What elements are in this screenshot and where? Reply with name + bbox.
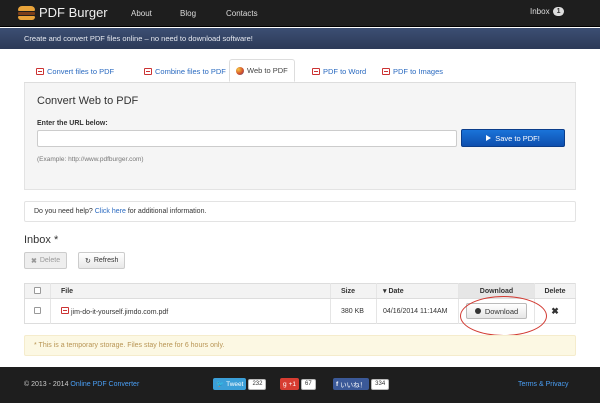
nav-blog[interactable]: Blog xyxy=(180,0,196,27)
tab-web-to-pdf[interactable]: Web to PDF xyxy=(229,59,295,82)
play-icon xyxy=(486,135,492,141)
row-checkbox[interactable] xyxy=(34,306,41,314)
help-box: Do you need help? Click here for additio… xyxy=(24,201,576,222)
refresh-button[interactable]: ↻ Refresh xyxy=(78,252,126,269)
copyright-text: © 2013 - 2014 xyxy=(24,381,69,388)
file-column-header[interactable]: File xyxy=(50,283,331,299)
save-button-label: Save to PDF! xyxy=(495,133,540,143)
help-link[interactable]: Click here xyxy=(95,208,126,215)
tab-combine-files[interactable]: Combine files to PDF xyxy=(138,61,232,82)
tab-label: PDF to Word xyxy=(323,67,367,76)
copyright: © 2013 - 2014 Online PDF Converter xyxy=(24,381,139,388)
help-text-suffix: for additional information. xyxy=(127,208,207,215)
facebook-widget[interactable]: f いいね！ 334 xyxy=(333,378,390,390)
inbox-count-badge: 1 xyxy=(552,7,565,16)
inbox-title: Inbox * xyxy=(24,234,59,246)
footer: © 2013 - 2014 Online PDF Converter 🐦 Twee… xyxy=(0,367,600,403)
size-column-header[interactable]: Size xyxy=(330,283,377,299)
logo[interactable]: PDF Burger xyxy=(18,5,108,21)
file-cell: jim-do-it-yourself.jimdo.com.pdf xyxy=(50,298,331,324)
burger-logo-icon xyxy=(18,6,35,20)
url-example: (Example: http://www.pdfburger.com) xyxy=(37,156,144,163)
facebook-like-button[interactable]: f いいね！ xyxy=(333,378,370,390)
panel-title: Convert Web to PDF xyxy=(37,95,139,107)
tagline: Create and convert PDF files online – no… xyxy=(0,28,600,49)
gplus-label: +1 xyxy=(288,380,297,388)
tab-label: Web to PDF xyxy=(247,66,288,75)
facebook-icon: f xyxy=(336,380,339,388)
tab-label: Convert files to PDF xyxy=(47,67,115,76)
pdf-icon xyxy=(382,68,390,75)
date-cell: 04/16/2014 11:14AM xyxy=(376,298,459,324)
tweet-widget[interactable]: 🐦 Tweet 232 xyxy=(213,378,267,390)
gplus-icon: g xyxy=(283,380,287,388)
file-name[interactable]: jim-do-it-yourself.jimdo.com.pdf xyxy=(71,309,168,316)
inbox-nav-link[interactable]: Inbox 1 xyxy=(530,7,565,16)
date-column-header[interactable]: ▾ Date xyxy=(376,283,459,299)
delete-button[interactable]: ✖ Delete xyxy=(24,252,68,269)
facebook-count: 334 xyxy=(371,378,390,390)
convert-panel: Convert Web to PDF Enter the URL below: … xyxy=(24,83,576,190)
globe-icon xyxy=(236,66,244,75)
pdf-icon xyxy=(61,306,69,314)
x-icon: ✖ xyxy=(31,257,37,265)
row-select-cell xyxy=(24,298,51,324)
gplus-widget[interactable]: g +1 67 xyxy=(280,378,316,390)
tab-label: PDF to Images xyxy=(393,67,444,76)
size-cell: 380 KB xyxy=(330,298,377,324)
facebook-label: いいね！ xyxy=(340,382,367,389)
refresh-button-label: Refresh xyxy=(93,257,119,264)
tool-tabs: Convert files to PDF Combine files to PD… xyxy=(24,59,576,83)
delete-button-label: Delete xyxy=(39,257,61,264)
tab-label: Combine files to PDF xyxy=(155,67,226,76)
select-all-checkbox[interactable] xyxy=(34,286,41,294)
tab-pdf-to-word[interactable]: PDF to Word xyxy=(306,61,372,82)
terms-link[interactable]: Terms & Privacy xyxy=(518,381,569,388)
gplus-count: 67 xyxy=(301,378,316,390)
pdf-icon xyxy=(36,68,44,75)
copyright-link[interactable]: Online PDF Converter xyxy=(70,381,139,388)
pdf-icon xyxy=(312,68,320,75)
storage-note: * This is a temporary storage. Files sta… xyxy=(24,335,576,356)
top-navbar: PDF Burger About Blog Contacts Inbox 1 xyxy=(0,0,600,27)
logo-text: PDF Burger xyxy=(39,5,108,20)
select-all-column xyxy=(24,283,51,299)
highlight-circle xyxy=(460,296,547,336)
save-to-pdf-button[interactable]: Save to PDF! xyxy=(461,129,565,147)
help-text: Do you need help? xyxy=(34,208,93,215)
date-header-label: Date xyxy=(388,288,404,295)
delete-column-header: Delete xyxy=(534,283,576,299)
nav-contacts[interactable]: Contacts xyxy=(226,0,258,27)
refresh-icon: ↻ xyxy=(85,257,91,265)
url-input[interactable] xyxy=(37,130,457,147)
url-label: Enter the URL below: xyxy=(37,120,108,127)
pdf-icon xyxy=(144,68,152,75)
gplus-button[interactable]: g +1 xyxy=(280,378,300,390)
inbox-nav-label: Inbox xyxy=(530,7,550,16)
tweet-button[interactable]: 🐦 Tweet xyxy=(213,378,247,390)
nav-about[interactable]: About xyxy=(131,0,152,27)
tweet-count: 232 xyxy=(248,378,267,390)
tweet-label: Tweet xyxy=(226,380,244,388)
twitter-bird-icon: 🐦 xyxy=(216,381,225,388)
tab-convert-files[interactable]: Convert files to PDF xyxy=(30,61,120,82)
tab-pdf-to-images[interactable]: PDF to Images xyxy=(376,61,449,82)
